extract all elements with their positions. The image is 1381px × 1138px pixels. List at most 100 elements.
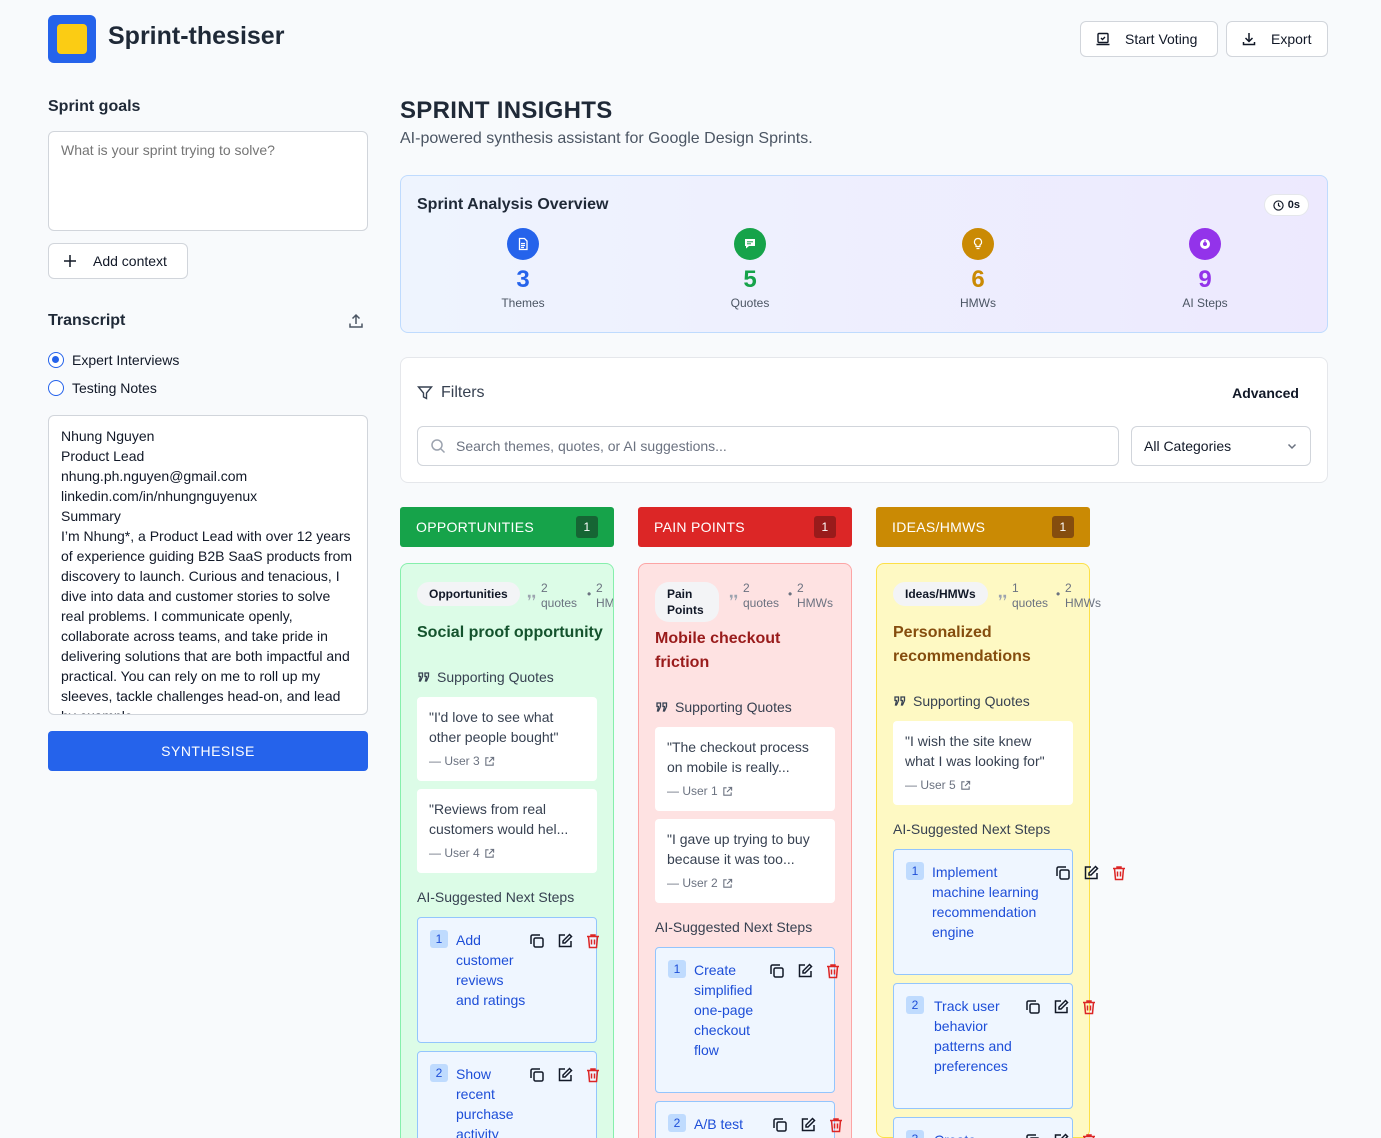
transcript-heading: Transcript xyxy=(48,312,126,329)
quote-icon xyxy=(527,594,536,601)
step-number: 2 xyxy=(430,1064,448,1082)
sprint-goals-input[interactable] xyxy=(48,131,368,231)
step-number: 1 xyxy=(668,960,686,978)
delete-icon[interactable] xyxy=(827,1116,845,1134)
delete-icon[interactable] xyxy=(1110,864,1128,882)
column-header-pain-points: PAIN POINTS 1 xyxy=(638,507,852,547)
column-title: PAIN POINTS xyxy=(654,519,745,535)
filters-panel: Filters Advanced Search themes, quotes, … xyxy=(400,357,1328,483)
quote-card[interactable]: "I wish the site knew what I was looking… xyxy=(893,721,1073,805)
copy-icon[interactable] xyxy=(528,932,546,950)
next-step-item[interactable]: 2 Show recent purchase activity xyxy=(417,1051,599,1138)
stat-label: Quotes xyxy=(730,296,770,310)
delete-icon[interactable] xyxy=(584,932,602,950)
radio-testing-notes[interactable]: Testing Notes xyxy=(48,380,157,396)
step-text: Create simplified one-page checkout flow xyxy=(694,962,754,1058)
quote-text: "I'd love to see what other people bough… xyxy=(429,709,559,745)
step-actions xyxy=(768,962,842,980)
stat-value: 5 xyxy=(743,266,757,293)
radio-expert-interviews[interactable]: Expert Interviews xyxy=(48,352,179,368)
quote-user: — User 4 xyxy=(429,846,480,860)
edit-icon[interactable] xyxy=(796,962,814,980)
transcript-input[interactable]: Nhung Nguyen Product Lead nhung.ph.nguye… xyxy=(48,415,368,715)
radio-button[interactable] xyxy=(48,352,64,368)
delete-icon[interactable] xyxy=(584,1066,602,1084)
voting-icon xyxy=(1096,32,1110,46)
download-icon xyxy=(1242,33,1256,46)
synthesise-button[interactable]: SYNTHESISE xyxy=(48,731,368,771)
chevron-down-icon xyxy=(1287,443,1297,450)
copy-icon[interactable] xyxy=(771,1116,789,1134)
delete-icon[interactable] xyxy=(1080,1132,1098,1138)
next-step-item[interactable]: 1 Implement machine learning recommendat… xyxy=(893,849,1125,975)
next-step-item[interactable]: 2 A/B test xyxy=(655,1101,842,1138)
external-link-icon[interactable] xyxy=(722,878,733,889)
stat-value: 6 xyxy=(971,266,985,293)
hmw-count-value: 2 xyxy=(596,581,603,595)
step-text: Add customer reviews and ratings xyxy=(456,932,526,1008)
next-step-item[interactable]: 2 Track user behavior patterns and prefe… xyxy=(893,983,1095,1109)
upload-icon[interactable] xyxy=(347,312,365,330)
step-actions xyxy=(1024,1132,1098,1138)
external-link-icon[interactable] xyxy=(722,786,733,797)
theme-card-idea[interactable]: Ideas/HMWs 1 quotes • 2 HMWs Personalize… xyxy=(876,563,1125,1138)
add-context-button[interactable]: Add context xyxy=(48,243,188,279)
category-value: All Categories xyxy=(1144,438,1232,454)
export-button[interactable]: Export xyxy=(1226,21,1328,57)
quote-icon xyxy=(894,696,906,706)
step-actions xyxy=(528,932,602,950)
category-tag: Opportunities xyxy=(417,582,520,606)
step-number: 2 xyxy=(668,1114,686,1132)
edit-icon[interactable] xyxy=(556,1066,574,1084)
stat-value: 3 xyxy=(516,266,530,293)
page-title: SPRINT INSIGHTS xyxy=(400,97,613,124)
quote-icon xyxy=(998,594,1007,601)
supporting-quotes-heading: Supporting Quotes xyxy=(655,699,792,715)
theme-card-pain-point[interactable]: Pain Points 2 quotes • 2 HMWs Mobile che… xyxy=(638,563,852,1138)
copy-icon[interactable] xyxy=(528,1066,546,1084)
export-label: Export xyxy=(1271,31,1312,47)
start-voting-button[interactable]: Start Voting xyxy=(1080,21,1218,57)
edit-icon[interactable] xyxy=(1082,864,1100,882)
stat-label: Themes xyxy=(501,296,545,310)
quote-card[interactable]: "I gave up trying to buy because it was … xyxy=(655,819,835,903)
edit-icon[interactable] xyxy=(1052,1132,1070,1138)
delete-icon[interactable] xyxy=(1080,998,1098,1016)
quote-text: "I gave up trying to buy because it was … xyxy=(667,831,810,867)
radio-label: Testing Notes xyxy=(72,380,157,396)
quote-card[interactable]: "Reviews from real customers would hel..… xyxy=(417,789,597,873)
quote-card[interactable]: "The checkout process on mobile is reall… xyxy=(655,727,835,811)
search-input[interactable]: Search themes, quotes, or AI suggestions… xyxy=(417,426,1119,466)
edit-icon[interactable] xyxy=(556,932,574,950)
copy-icon[interactable] xyxy=(1024,998,1042,1016)
stat-ai-steps: 9 AI Steps xyxy=(1155,228,1255,310)
theme-card-opportunity[interactable]: Opportunities 2 quotes • 2 HMWs Social p… xyxy=(400,563,614,1138)
stat-hmws: 6 HMWs xyxy=(928,228,1028,310)
step-text: Create xyxy=(934,1130,1004,1138)
external-link-icon[interactable] xyxy=(960,780,971,791)
quote-attribution: — User 3 xyxy=(429,751,585,771)
next-step-item[interactable]: 1 Add customer reviews and ratings xyxy=(417,917,599,1043)
edit-icon[interactable] xyxy=(1052,998,1070,1016)
quote-attribution: — User 1 xyxy=(667,781,823,801)
quote-card[interactable]: "I'd love to see what other people bough… xyxy=(417,697,597,781)
external-link-icon[interactable] xyxy=(484,756,495,767)
quote-count-value: 1 xyxy=(1012,581,1019,595)
category-select[interactable]: All Categories xyxy=(1131,426,1311,466)
category-tag: Pain Points xyxy=(655,582,719,622)
copy-icon[interactable] xyxy=(1054,864,1072,882)
hmw-count-label: HMWs xyxy=(1065,596,1101,610)
next-step-item[interactable]: 1 Create simplified one-page checkout fl… xyxy=(655,947,839,1093)
copy-icon[interactable] xyxy=(1024,1132,1042,1138)
step-number: 1 xyxy=(430,930,448,948)
edit-icon[interactable] xyxy=(799,1116,817,1134)
copy-icon[interactable] xyxy=(768,962,786,980)
dot-separator: • xyxy=(788,587,793,601)
next-step-item[interactable]: 3 Create xyxy=(893,1117,1095,1138)
delete-icon[interactable] xyxy=(824,962,842,980)
advanced-filters-button[interactable]: Advanced xyxy=(1232,385,1299,401)
plus-icon xyxy=(64,255,76,267)
column-count-badge: 1 xyxy=(814,516,836,538)
radio-button[interactable] xyxy=(48,380,64,396)
external-link-icon[interactable] xyxy=(484,848,495,859)
